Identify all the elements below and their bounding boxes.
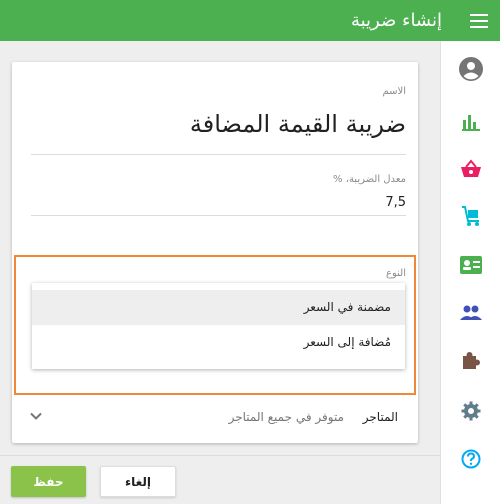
- rate-field[interactable]: 7,5: [385, 195, 406, 210]
- stores-label: المتاجر: [362, 410, 398, 424]
- help-icon[interactable]: [459, 447, 483, 471]
- people-icon[interactable]: [459, 301, 483, 325]
- chevron-down-icon[interactable]: [28, 408, 44, 424]
- bar-chart-icon[interactable]: [459, 110, 483, 134]
- type-label: النوع: [386, 268, 406, 279]
- save-button[interactable]: حفظ: [11, 466, 86, 497]
- shopping-basket-icon[interactable]: [459, 157, 483, 181]
- type-option-included[interactable]: مضمنة في السعر: [32, 290, 405, 325]
- rate-underline: [31, 215, 406, 216]
- type-dropdown[interactable]: مضمنة في السعر مُضافة إلى السعر: [32, 283, 405, 369]
- puzzle-icon[interactable]: [459, 349, 483, 373]
- footer-divider: [0, 455, 440, 456]
- type-option-added[interactable]: مُضافة إلى السعر: [32, 325, 405, 360]
- id-card-icon[interactable]: [459, 253, 483, 277]
- stores-row[interactable]: المتاجر متوفر في جميع المتاجر: [12, 402, 418, 432]
- page-title: إنشاء ضريبة: [350, 10, 442, 31]
- app-header: إنشاء ضريبة: [0, 0, 500, 41]
- account-circle-icon[interactable]: [459, 57, 483, 81]
- name-underline: [31, 154, 406, 155]
- name-field[interactable]: ضريبة القيمة المضافة: [190, 110, 406, 138]
- hamburger-menu-icon[interactable]: [468, 11, 490, 29]
- name-label: الاسم: [382, 86, 406, 97]
- cart-icon[interactable]: [459, 204, 483, 228]
- cancel-button[interactable]: إلغاء: [100, 466, 176, 497]
- gear-icon[interactable]: [459, 399, 483, 423]
- sidebar: [440, 41, 500, 504]
- tax-form-card: الاسم ضريبة القيمة المضافة معدل الضريبة،…: [12, 62, 418, 443]
- rate-label: معدل الضريبة، %: [333, 174, 406, 185]
- stores-value: متوفر في جميع المتاجر: [228, 410, 344, 424]
